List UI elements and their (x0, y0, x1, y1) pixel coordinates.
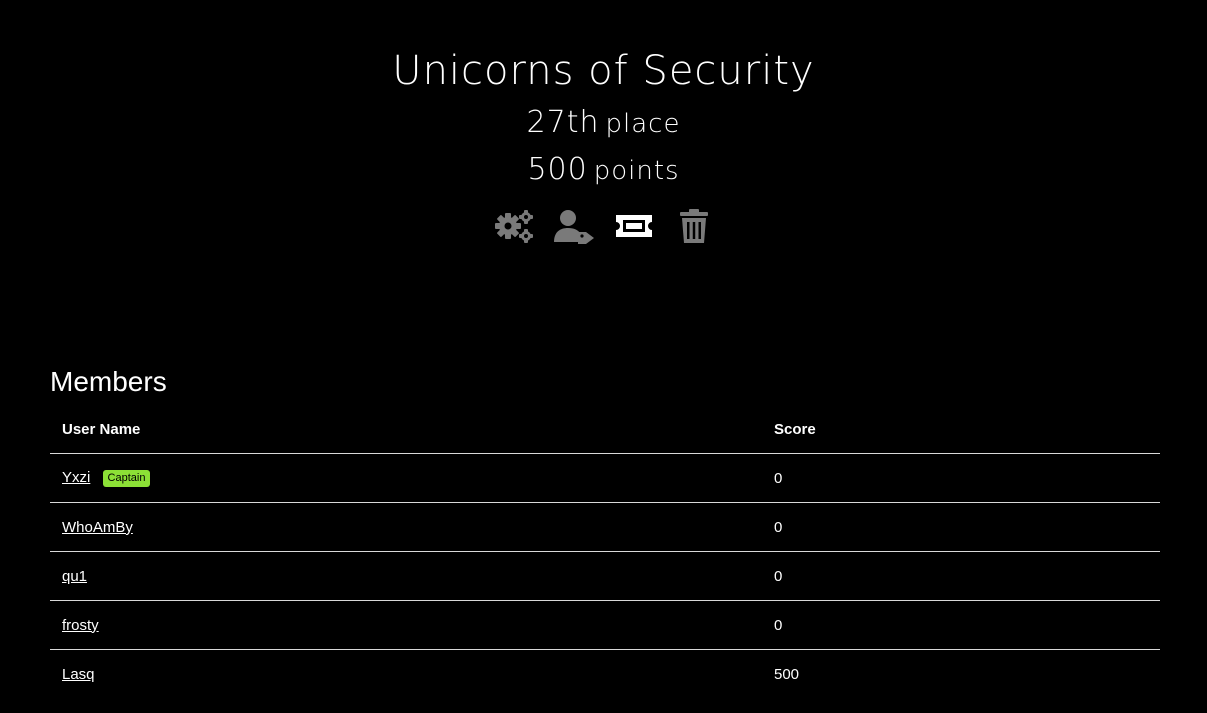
user-cell: Lasq (50, 650, 762, 699)
rank-suffix: place (605, 109, 681, 139)
table-row: Lasq 500 (50, 650, 1160, 699)
score-cell: 0 (762, 502, 1160, 552)
points-suffix: points (593, 156, 680, 186)
user-cell: frosty (50, 600, 762, 650)
choose-captain-button[interactable] (552, 208, 596, 244)
member-link[interactable]: Yxzi (62, 469, 90, 486)
points-value: 500 (527, 152, 588, 187)
table-row: WhoAmBy 0 (50, 502, 1160, 552)
rank-value: 27th (526, 105, 600, 140)
team-actions (0, 208, 1207, 248)
column-header-user-name: User Name (50, 406, 762, 454)
members-table: User Name Score Yxzi Captain 0 WhoAmBy 0… (50, 406, 1160, 698)
gears-icon (494, 210, 533, 243)
team-rank: 27th place (0, 103, 1207, 144)
team-name: Unicorns of Security (392, 48, 815, 94)
member-link[interactable]: WhoAmBy (62, 519, 133, 536)
team-points: 500 points (0, 150, 1207, 191)
table-header-row: User Name Score (50, 406, 1160, 454)
user-cell: qu1 (50, 551, 762, 601)
user-cell: WhoAmBy (50, 502, 762, 552)
captain-badge: Captain (102, 470, 151, 487)
member-link[interactable]: frosty (62, 617, 99, 634)
trash-icon (679, 209, 708, 243)
table-row: Yxzi Captain 0 (50, 453, 1160, 503)
delete-team-button[interactable] (672, 208, 716, 244)
score-cell: 500 (774, 665, 800, 683)
table-row: qu1 0 (50, 551, 1160, 601)
team-settings-button[interactable] (492, 208, 536, 244)
members-heading: Members (50, 366, 167, 397)
user-tag-icon (553, 210, 594, 244)
user-cell: Yxzi Captain (50, 453, 762, 503)
invite-ticket-button[interactable] (612, 208, 656, 244)
table-row: frosty 0 (50, 600, 1160, 650)
member-link[interactable]: Lasq (62, 666, 95, 683)
score-cell: 0 (762, 600, 1160, 650)
member-link[interactable]: qu1 (62, 568, 87, 585)
column-header-score: Score (762, 406, 1160, 454)
ticket-icon (615, 215, 652, 237)
score-cell: 0 (762, 551, 1160, 601)
score-cell: 0 (762, 453, 1160, 503)
